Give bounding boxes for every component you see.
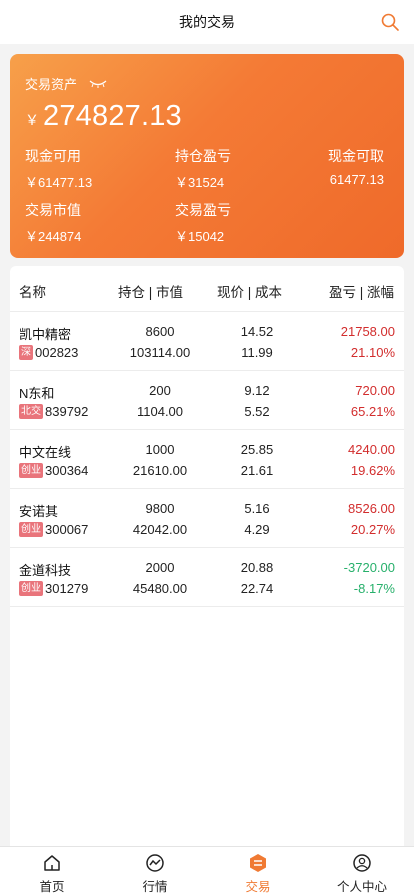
tab-trade[interactable]: 交易	[218, 853, 298, 895]
stock-name: 安诺其	[19, 504, 59, 519]
market-value: 1104.00	[136, 404, 184, 419]
cost-price: 21.61	[240, 463, 274, 478]
cost-price: 5.52	[244, 404, 270, 419]
pnl-percent: 65.21%	[350, 404, 395, 419]
market-chart-icon	[146, 854, 164, 872]
header-price-cost: 现价 | 成本	[217, 285, 283, 300]
hold-qty: 9800	[145, 501, 175, 516]
pnl-percent: 21.10%	[350, 345, 395, 360]
stock-code: 北交 839792	[19, 404, 88, 419]
stat-value: ￥15042	[175, 229, 225, 244]
stock-name: N东和	[19, 386, 55, 401]
stat-value: ￥31524	[175, 175, 225, 190]
pnl-amount: -3720.00	[343, 560, 395, 575]
tab-market[interactable]: 行情	[115, 853, 195, 895]
search-icon[interactable]	[380, 12, 400, 32]
stat-label: 交易市值	[25, 202, 81, 218]
stat-cash-withdrawable: 现金可取 61477.13	[328, 146, 384, 187]
tab-home[interactable]: 首页	[12, 853, 92, 895]
profile-icon	[353, 854, 371, 872]
stat-market-value: 交易市值 ￥244874	[25, 200, 81, 245]
market-value: 42042.00	[132, 522, 188, 537]
pnl-amount: 21758.00	[340, 324, 395, 339]
hide-eye-icon[interactable]	[89, 80, 107, 88]
market-value: 21610.00	[132, 463, 188, 478]
header-hold-value: 持仓 | 市值	[118, 285, 184, 300]
tab-label: 首页	[39, 880, 65, 894]
total-assets: ￥ 274827.13	[25, 100, 182, 133]
market-badge: 创业	[19, 522, 43, 537]
market-badge: 深	[19, 345, 33, 360]
header-pnl-change: 盈亏 | 涨幅	[328, 285, 394, 300]
table-row[interactable]: 安诺其 创业 300067 9800 42042.00 5.16 4.29 85…	[10, 489, 404, 548]
pnl-percent: 19.62%	[350, 463, 395, 478]
stat-cash-available: 现金可用 ￥61477.13	[25, 146, 92, 191]
stock-code: 创业 300364	[19, 463, 88, 478]
stat-value: 61477.13	[329, 172, 384, 187]
pnl-percent: 20.27%	[350, 522, 395, 537]
current-price: 20.88	[240, 560, 274, 575]
stock-code: 深 002823	[19, 345, 78, 360]
pnl-amount: 8526.00	[348, 501, 395, 516]
stat-label: 持仓盈亏	[175, 148, 231, 164]
market-value: 103114.00	[129, 345, 191, 360]
page-title: 我的交易	[179, 14, 235, 30]
market-badge: 北交	[19, 404, 43, 419]
cost-price: 22.74	[240, 581, 274, 596]
stock-code-text: 300067	[45, 522, 89, 537]
current-price: 25.85	[240, 442, 274, 457]
market-badge: 创业	[19, 463, 43, 478]
stock-name: 凯中精密	[19, 327, 72, 342]
current-price: 14.52	[240, 324, 274, 339]
table-header: 名称 持仓 | 市值 现价 | 成本 盈亏 | 涨幅	[10, 266, 404, 312]
hold-qty: 1000	[145, 442, 175, 457]
table-row[interactable]: N东和 北交 839792 200 1104.00 9.12 5.52 720.…	[10, 371, 404, 430]
pnl-amount: 4240.00	[348, 442, 395, 457]
table-row[interactable]: 中文在线 创业 300364 1000 21610.00 25.85 21.61…	[10, 430, 404, 489]
top-header: 我的交易	[0, 0, 414, 44]
header-name: 名称	[19, 285, 46, 300]
stat-label: 现金可用	[25, 148, 81, 164]
stock-code: 创业 301279	[19, 581, 88, 596]
stock-code: 创业 300067	[19, 522, 88, 537]
asset-label: 交易资产	[25, 77, 78, 92]
hold-qty: 8600	[145, 324, 175, 339]
stat-label: 现金可取	[328, 148, 384, 164]
stat-label: 交易盈亏	[175, 202, 231, 218]
hold-qty: 2000	[145, 560, 175, 575]
cost-price: 4.29	[244, 522, 270, 537]
stock-code-text: 002823	[35, 345, 79, 360]
currency-symbol: ￥	[25, 112, 39, 128]
stock-code-text: 839792	[45, 404, 89, 419]
home-icon	[44, 855, 60, 871]
asset-summary-card: 交易资产 ￥ 274827.13 现金可用 ￥61477.13 持仓盈亏 ￥31…	[10, 54, 404, 258]
pnl-percent: -8.17%	[353, 581, 395, 596]
stock-code-text: 301279	[45, 581, 89, 596]
stat-value: ￥244874	[25, 229, 82, 244]
positions-table: 名称 持仓 | 市值 现价 | 成本 盈亏 | 涨幅 凯中精密 深 002823…	[10, 266, 404, 896]
current-price: 5.16	[244, 501, 270, 516]
pnl-amount: 720.00	[355, 383, 395, 398]
market-badge: 创业	[19, 581, 43, 596]
hold-qty: 200	[149, 383, 171, 398]
tab-profile[interactable]: 个人中心	[322, 853, 402, 895]
table-row[interactable]: 凯中精密 深 002823 8600 103114.00 14.52 11.99…	[10, 312, 404, 371]
cost-price: 11.99	[241, 345, 273, 360]
asset-label-row: 交易资产	[25, 74, 107, 93]
bottom-tab-bar: 首页 行情 交易 个人中心	[0, 846, 414, 896]
stat-trade-pnl: 交易盈亏 ￥15042	[175, 200, 231, 245]
stat-position-pnl: 持仓盈亏 ￥31524	[175, 146, 231, 191]
stock-name: 金道科技	[19, 563, 72, 578]
total-assets-value: 274827.13	[43, 100, 182, 132]
current-price: 9.12	[244, 383, 270, 398]
stock-code-text: 300364	[45, 463, 89, 478]
trade-icon	[250, 854, 266, 872]
tab-label: 个人中心	[336, 880, 387, 894]
table-row[interactable]: 金道科技 创业 301279 2000 45480.00 20.88 22.74…	[10, 548, 404, 607]
tab-label: 交易	[245, 880, 271, 894]
stat-value: ￥61477.13	[25, 175, 93, 190]
tab-label: 行情	[142, 880, 168, 894]
stock-name: 中文在线	[19, 445, 72, 460]
market-value: 45480.00	[132, 581, 188, 596]
